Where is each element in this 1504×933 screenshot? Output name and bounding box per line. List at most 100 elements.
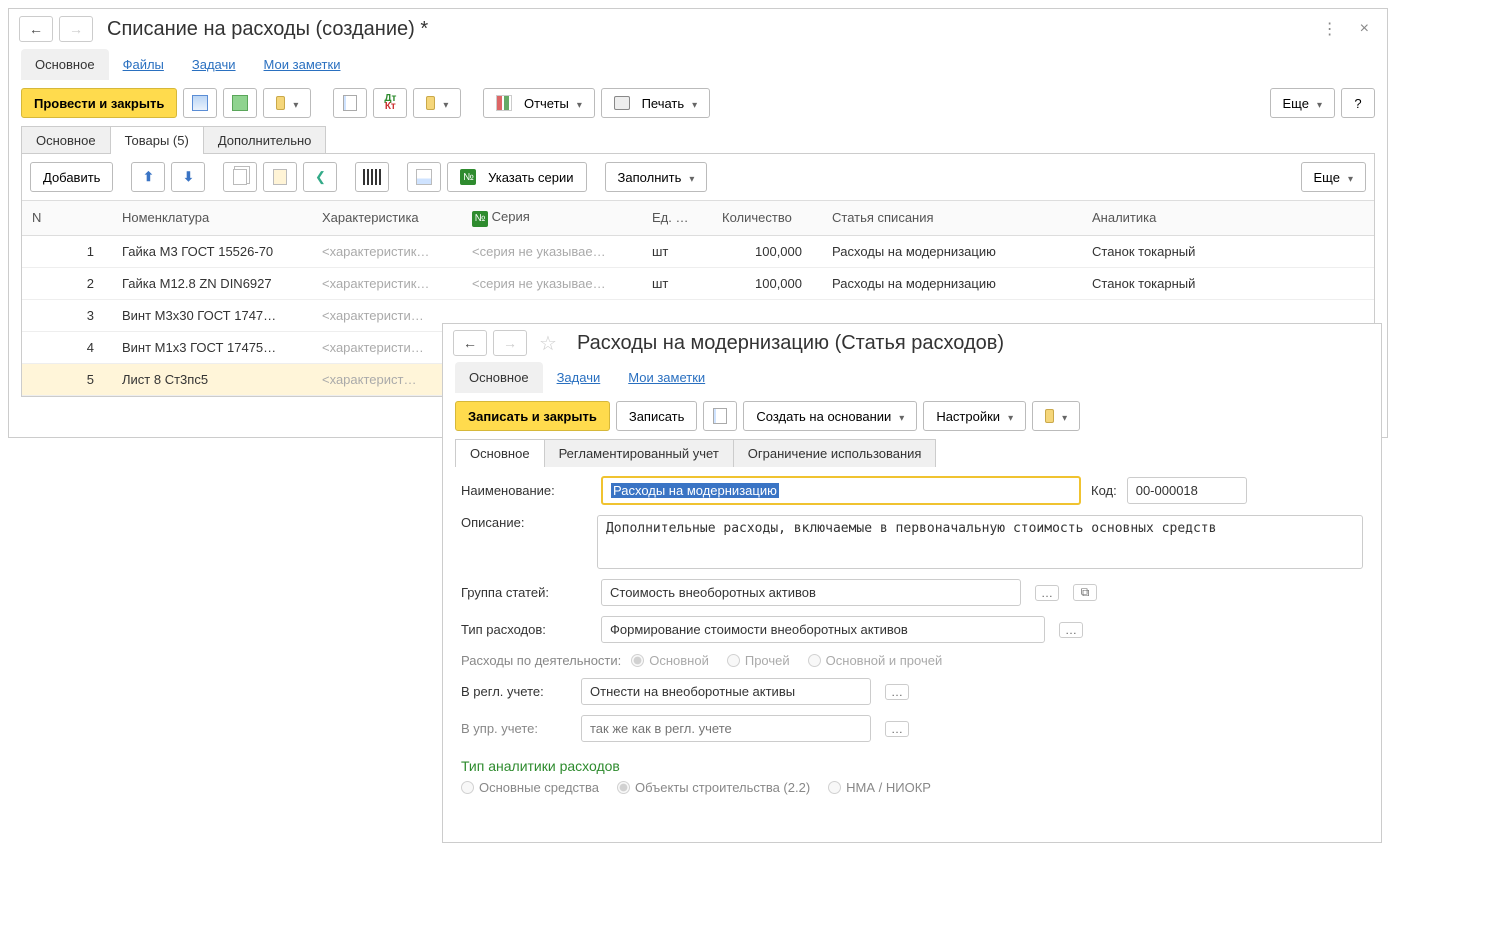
name-field[interactable]: Расходы на модернизацию xyxy=(601,476,1081,505)
copy-button[interactable] xyxy=(223,162,257,192)
basis-dropdown-button[interactable] xyxy=(263,88,311,118)
attach-dropdown-button[interactable] xyxy=(413,88,461,118)
print-dropdown-button[interactable]: Печать xyxy=(601,88,710,118)
form-tab-additional[interactable]: Дополнительно xyxy=(203,126,327,154)
col-series[interactable]: № Серия xyxy=(462,201,642,236)
number-icon: № xyxy=(460,169,476,185)
print-icon xyxy=(614,96,630,110)
analytics-radio-construction[interactable]: Объекты строительства (2.2) xyxy=(617,780,810,795)
post-button[interactable] xyxy=(223,88,257,118)
activity-radio-main[interactable]: Основной xyxy=(631,653,709,668)
analytics-radio-nma[interactable]: НМА / НИОКР xyxy=(828,780,931,795)
page-tabs: Основное Файлы Задачи Мои заметки xyxy=(9,49,1387,80)
col-analytics[interactable]: Аналитика xyxy=(1082,201,1374,236)
regl-account-field[interactable] xyxy=(581,678,871,705)
mgmt-account-field[interactable] xyxy=(581,715,871,742)
code-field[interactable] xyxy=(1127,477,1247,504)
post-and-close-button[interactable]: Провести и закрыть xyxy=(21,88,177,118)
description-field[interactable] xyxy=(597,515,1363,569)
sub-page-tab-tasks[interactable]: Задачи xyxy=(543,362,615,393)
nav-forward-button[interactable]: → xyxy=(59,16,93,42)
favorite-star-icon[interactable]: ☆ xyxy=(533,331,563,356)
dtkt-button[interactable]: ДтКт xyxy=(373,88,407,118)
table-header-row: N Номенклатура Характеристика № Серия Ед… xyxy=(22,201,1374,236)
sub-page-tab-notes[interactable]: Мои заметки xyxy=(614,362,719,393)
group-field[interactable] xyxy=(601,579,1021,606)
sub-page-tabs: Основное Задачи Мои заметки xyxy=(443,362,1381,393)
paste-button[interactable] xyxy=(263,162,297,192)
page-title: Списание на расходы (создание) * xyxy=(99,18,428,41)
specify-series-button[interactable]: № Указать серии xyxy=(447,162,586,192)
help-button[interactable]: ? xyxy=(1341,88,1375,118)
col-article[interactable]: Статья списания xyxy=(822,201,1082,236)
activity-radio-both[interactable]: Основной и прочей xyxy=(808,653,943,668)
col-characteristic[interactable]: Характеристика xyxy=(312,201,462,236)
type-select-button[interactable]: … xyxy=(1059,622,1083,638)
sub-page-tab-main[interactable]: Основное xyxy=(455,362,543,393)
activity-radio-group: Основной Прочей Основной и прочей xyxy=(631,653,942,668)
arrow-up-icon: ⬆ xyxy=(143,169,154,185)
col-nomenclature[interactable]: Номенклатура xyxy=(112,201,312,236)
share-button[interactable]: ❮ xyxy=(303,162,337,192)
form-button[interactable] xyxy=(407,162,441,192)
settings-dropdown-button[interactable]: Настройки xyxy=(923,401,1026,431)
paste-icon xyxy=(273,169,287,185)
group-select-button[interactable]: … xyxy=(1035,585,1059,601)
mgmt-select-button[interactable]: … xyxy=(885,721,909,737)
goods-more-dropdown-button[interactable]: Еще xyxy=(1301,162,1366,192)
label-mgmt: В упр. учете: xyxy=(461,721,571,736)
sub-form-tab-reglaccount[interactable]: Регламентированный учет xyxy=(544,439,734,467)
number-icon: № xyxy=(472,211,488,227)
doc-icon xyxy=(343,95,357,111)
col-quantity[interactable]: Количество xyxy=(712,201,822,236)
sub-attach-dropdown-button[interactable] xyxy=(1032,401,1080,431)
sub-structure-button[interactable] xyxy=(703,401,737,431)
attach-icon xyxy=(1045,409,1054,423)
group-open-button[interactable]: ⧉ xyxy=(1073,584,1097,601)
save-and-close-button[interactable]: Записать и закрыть xyxy=(455,401,610,431)
create-based-dropdown-button[interactable]: Создать на основании xyxy=(743,401,917,431)
main-titlebar: ← → Списание на расходы (создание) * ⋮ × xyxy=(9,9,1387,49)
sub-nav-back-button[interactable]: ← xyxy=(453,330,487,356)
sub-form-tab-main[interactable]: Основное xyxy=(455,439,545,467)
col-unit[interactable]: Ед. … xyxy=(642,201,712,236)
table-row[interactable]: 2 Гайка М12.8 ZN DIN6927 <характеристик…… xyxy=(22,267,1374,299)
nav-back-button[interactable]: ← xyxy=(19,16,53,42)
move-down-button[interactable]: ⬇ xyxy=(171,162,205,192)
sub-titlebar: ← → ☆ Расходы на модернизацию (Статья ра… xyxy=(443,324,1381,362)
fill-dropdown-button[interactable]: Заполнить xyxy=(605,162,708,192)
page-tab-tasks[interactable]: Задачи xyxy=(178,49,250,80)
barcode-button[interactable] xyxy=(355,162,389,192)
page-tab-main[interactable]: Основное xyxy=(21,49,109,80)
label-type: Тип расходов: xyxy=(461,622,591,637)
add-row-button[interactable]: Добавить xyxy=(30,162,113,192)
table-row[interactable]: 1 Гайка М3 ГОСТ 15526-70 <характеристик…… xyxy=(22,235,1374,267)
copy-icon xyxy=(233,169,247,185)
form-tab-main[interactable]: Основное xyxy=(21,126,111,154)
sub-form-tab-restriction[interactable]: Ограничение использования xyxy=(733,439,937,467)
label-regl: В регл. учете: xyxy=(461,684,571,699)
sub-form-tabs: Основное Регламентированный учет Огранич… xyxy=(443,439,1381,467)
reports-dropdown-button[interactable]: Отчеты xyxy=(483,88,595,118)
save-record-button[interactable]: Записать xyxy=(616,401,698,431)
page-tab-files[interactable]: Файлы xyxy=(109,49,178,80)
kebab-menu-icon[interactable]: ⋮ xyxy=(1314,15,1346,43)
analytics-type-header: Тип аналитики расходов xyxy=(461,752,1363,780)
page-tab-notes[interactable]: Мои заметки xyxy=(250,49,355,80)
analytics-radio-fixedassets[interactable]: Основные средства xyxy=(461,780,599,795)
form-tab-goods[interactable]: Товары (5) xyxy=(110,126,204,154)
activity-radio-other[interactable]: Прочей xyxy=(727,653,790,668)
barcode-icon xyxy=(363,169,381,185)
sub-nav-forward-button[interactable]: → xyxy=(493,330,527,356)
col-n[interactable]: N xyxy=(22,201,112,236)
regl-select-button[interactable]: … xyxy=(885,684,909,700)
structure-button[interactable] xyxy=(333,88,367,118)
close-icon[interactable]: × xyxy=(1352,16,1377,42)
sub-form-area: Наименование: Расходы на модернизацию Ко… xyxy=(447,466,1377,815)
save-button[interactable] xyxy=(183,88,217,118)
move-up-button[interactable]: ⬆ xyxy=(131,162,165,192)
expense-type-field[interactable] xyxy=(601,616,1045,643)
attach-icon xyxy=(426,96,435,110)
post-icon xyxy=(232,95,248,111)
more-dropdown-button[interactable]: Еще xyxy=(1270,88,1335,118)
